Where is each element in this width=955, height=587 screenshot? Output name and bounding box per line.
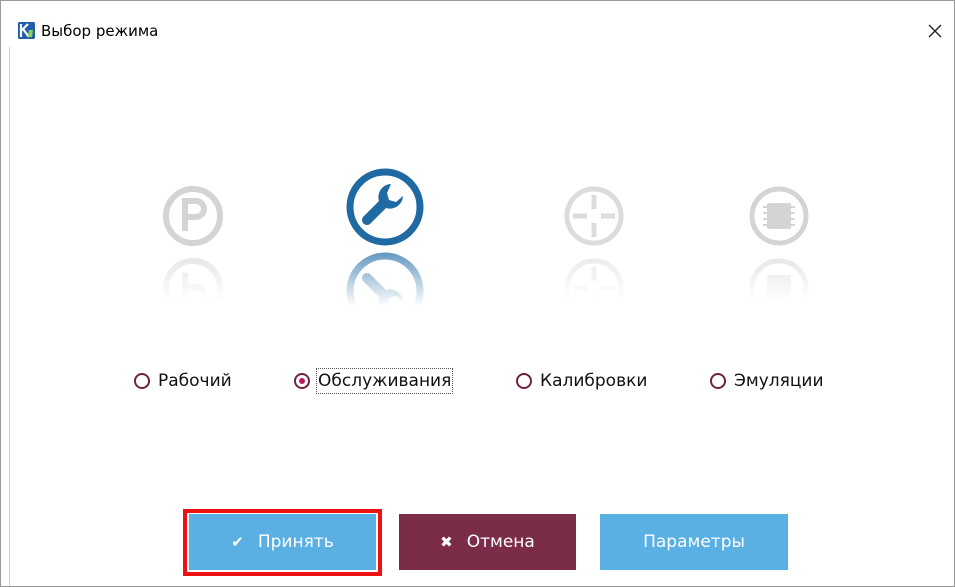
parking-p-icon[interactable] — [158, 181, 228, 301]
radio-calibration[interactable]: Калибровки — [516, 368, 647, 394]
close-button[interactable] — [920, 17, 950, 45]
radio-service[interactable]: Обслуживания — [294, 368, 454, 394]
radio-emulation[interactable]: Эмуляции — [710, 368, 824, 394]
accept-button[interactable]: ✔ Принять — [189, 514, 376, 570]
cancel-button-label: Отмена — [466, 532, 535, 552]
chip-icon[interactable] — [744, 181, 814, 301]
radio-working-label[interactable]: Рабочий — [158, 370, 232, 392]
wrench-icon[interactable] — [344, 166, 426, 306]
crosshair-icon[interactable] — [559, 181, 629, 301]
radio-working[interactable]: Рабочий — [134, 368, 232, 394]
parameters-button-label: Параметры — [643, 532, 745, 552]
close-icon — [928, 24, 942, 38]
radio-service-label[interactable]: Обслуживания — [315, 368, 454, 394]
cancel-button[interactable]: ✖ Отмена — [399, 514, 576, 570]
title-bar[interactable]: Выбор режима — [1, 1, 954, 41]
mode-selection-window: Выбор режима Рабочий Обслуживания Калибр… — [0, 0, 955, 587]
radio-calibration-label[interactable]: Калибровки — [540, 370, 647, 392]
radio-calibration-indicator[interactable] — [516, 373, 532, 389]
radio-service-indicator[interactable] — [294, 373, 310, 389]
cross-icon: ✖ — [440, 533, 453, 551]
accept-button-label: Принять — [257, 532, 334, 552]
checkmark-icon: ✔ — [231, 533, 244, 551]
radio-emulation-label[interactable]: Эмуляции — [734, 370, 824, 392]
app-logo-icon — [18, 22, 35, 39]
window-title: Выбор режима — [41, 22, 159, 40]
radio-emulation-indicator[interactable] — [710, 373, 726, 389]
parameters-button[interactable]: Параметры — [600, 514, 788, 570]
mode-radio-group: Рабочий Обслуживания Калибровки Эмуляции — [1, 368, 954, 394]
window-left-edge — [9, 47, 10, 586]
radio-working-indicator[interactable] — [134, 373, 150, 389]
